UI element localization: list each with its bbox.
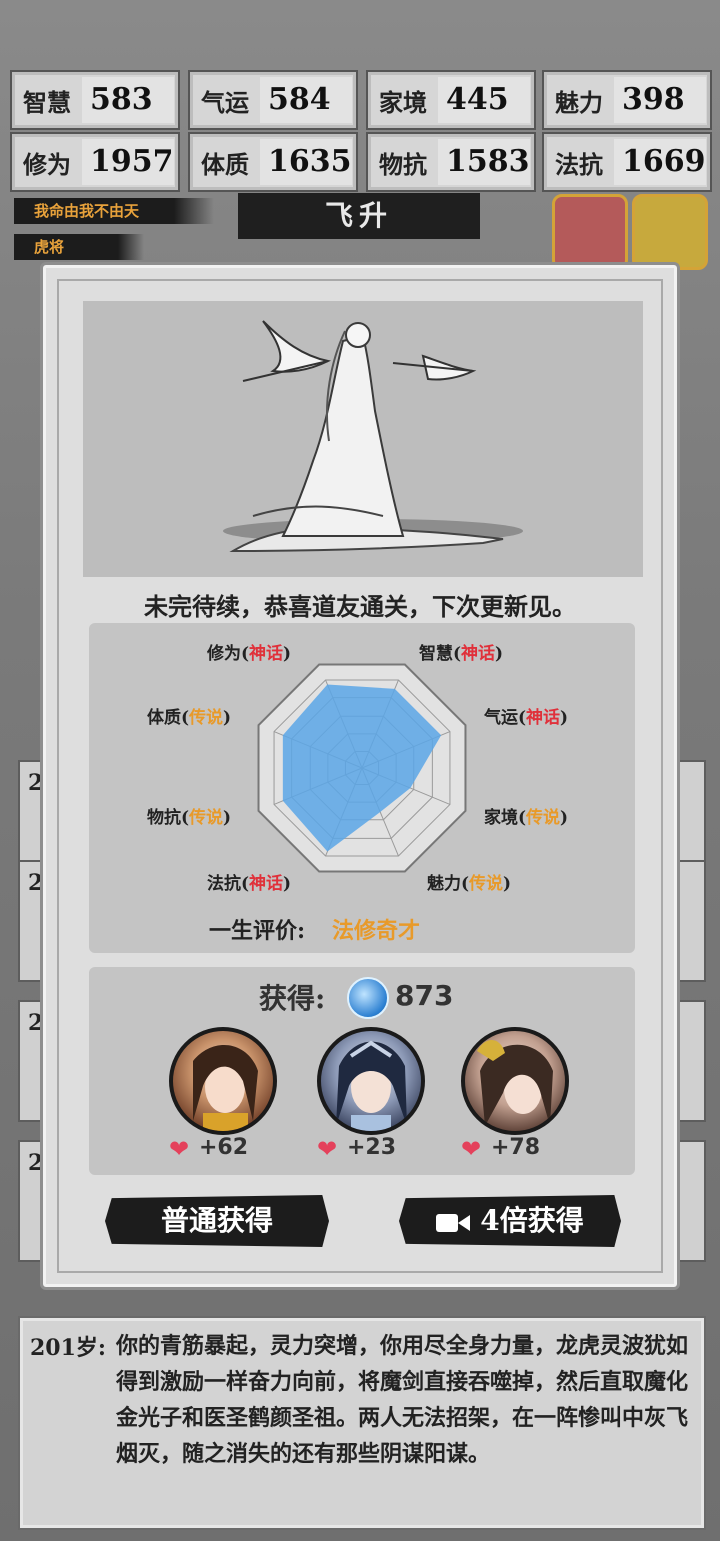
stat-label: 智慧 — [23, 87, 71, 117]
stat-family: 家境 445 — [366, 70, 536, 130]
heart-icon: ❤ — [317, 1135, 338, 1163]
radar-axis-tier: 神话 — [461, 644, 496, 664]
companion-face-icon — [477, 1039, 553, 1126]
stat-label: 物抗 — [379, 149, 427, 179]
radar-axis-label: 气运(神话) — [484, 708, 569, 728]
stat-charm: 魅力 398 — [542, 70, 712, 130]
ascend-banner: 飞升 — [238, 193, 480, 239]
radar-axis-tier: 传说 — [526, 808, 561, 828]
stat-label: 魅力 — [555, 87, 603, 117]
reward-title: 获得: — [259, 982, 326, 1015]
reward-panel: 获得: 873 ❤ +62 ❤ +23 ❤ +78 — [89, 967, 635, 1175]
item-crystal-icon[interactable] — [632, 194, 708, 270]
stat-value: 1957 — [82, 139, 174, 185]
stat-luck: 气运 584 — [188, 70, 358, 130]
stat-wisdom: 智慧 583 — [10, 70, 180, 130]
story-age: 201岁: — [30, 1335, 107, 1361]
quadruple-claim-label: 4倍获得 — [480, 1204, 584, 1237]
stat-value: 1583 — [438, 139, 530, 185]
companion-affinity: +78 — [491, 1135, 541, 1160]
spirit-amount: 873 — [395, 979, 454, 1012]
stat-phys-resist: 物抗 1583 — [366, 132, 536, 192]
stat-label: 气运 — [201, 87, 249, 117]
companion-face-icon — [336, 1040, 407, 1131]
radar-axis-tier: 神话 — [249, 644, 284, 664]
radar-axis-label: 智慧(神话) — [419, 644, 504, 664]
radar-axis-label: 修为(神话) — [207, 644, 292, 664]
stat-constitution: 体质 1635 — [188, 132, 358, 192]
ascension-modal: 未完待续，恭喜道友通关，下次更新见。 修为(神话) 智慧(神话) 气运(神话) 家境(… — [40, 262, 680, 1290]
stat-magic-resist: 法抗 1669 — [542, 132, 712, 192]
radar-axis-name: 法抗 — [207, 874, 241, 894]
companion-portrait[interactable] — [461, 1027, 569, 1135]
radar-axis-name: 魅力 — [427, 874, 461, 894]
stat-value: 584 — [260, 77, 352, 123]
item-weapon-icon[interactable] — [552, 194, 628, 270]
normal-claim-label: 普通获得 — [160, 1204, 273, 1237]
immortal-crane-illustration — [83, 301, 643, 577]
radar-axis-name: 物抗 — [147, 808, 181, 828]
radar-axis-tier: 神话 — [526, 708, 561, 728]
stat-value: 445 — [438, 77, 530, 123]
radar-axis-tier: 传说 — [469, 874, 504, 894]
companion-portrait[interactable] — [169, 1027, 277, 1135]
radar-axis-name: 修为 — [207, 644, 241, 664]
closing-message: 未完待续，恭喜道友通关，下次更新见。 — [144, 592, 576, 621]
radar-panel: 修为(神话) 智慧(神话) 气运(神话) 家境(传说) 魅力(传说) 法抗(神话) 物抗(传… — [89, 623, 635, 953]
attribute-radar — [257, 663, 467, 873]
radar-axis-tier: 传说 — [189, 708, 224, 728]
radar-axis-label: 法抗(神话) — [207, 874, 292, 894]
radar-axis-tier: 神话 — [249, 874, 284, 894]
radar-axis-name: 体质 — [147, 708, 181, 728]
evaluation-label: 一生评价: — [209, 918, 306, 944]
radar-axis-name: 气运 — [484, 708, 518, 728]
video-camera-icon — [436, 1213, 471, 1232]
radar-axis-label: 魅力(传说) — [427, 874, 512, 894]
stat-value: 1669 — [614, 139, 706, 185]
radar-axis-label: 家境(传说) — [484, 808, 569, 828]
evaluation-value: 法修奇才 — [332, 918, 421, 944]
stat-label: 家境 — [379, 87, 427, 117]
radar-axis-name: 家境 — [484, 808, 518, 828]
stat-value: 583 — [82, 77, 174, 123]
heart-icon: ❤ — [169, 1135, 190, 1163]
stat-value: 398 — [614, 77, 706, 123]
radar-axis-label: 体质(传说) — [147, 708, 232, 728]
companion-face-icon — [193, 1044, 258, 1131]
motto-tag: 我命由我不由天 — [14, 198, 214, 224]
radar-axis-tier: 传说 — [189, 808, 224, 828]
companion-affinity: +23 — [347, 1135, 397, 1160]
stat-cultivation: 修为 1957 — [10, 132, 180, 192]
quadruple-claim-button[interactable]: 4倍获得 — [399, 1195, 621, 1247]
companion-portrait[interactable] — [317, 1027, 425, 1135]
rank-tag: 虎将 — [14, 234, 144, 260]
ascension-art — [83, 301, 643, 577]
stat-label: 体质 — [201, 149, 249, 179]
stat-label: 修为 — [23, 149, 71, 179]
radar-axis-name: 智慧 — [419, 644, 453, 664]
heart-icon: ❤ — [461, 1135, 482, 1163]
story-text: 你的青筋暴起，灵力突增，你用尽全身力量，龙虎灵波犹如得到激励一样奋力向前，将魔剑… — [116, 1333, 689, 1467]
companion-affinity: +62 — [199, 1135, 249, 1160]
radar-axis-label: 物抗(传说) — [147, 808, 232, 828]
normal-claim-button[interactable]: 普通获得 — [105, 1195, 329, 1247]
story-log-entry: 201岁: 你的青筋暴起，灵力突增，你用尽全身力量，龙虎灵波犹如得到激励一样奋力… — [18, 1316, 706, 1530]
spirit-stone-icon — [347, 977, 389, 1019]
stat-value: 1635 — [260, 139, 352, 185]
stat-label: 法抗 — [555, 149, 603, 179]
